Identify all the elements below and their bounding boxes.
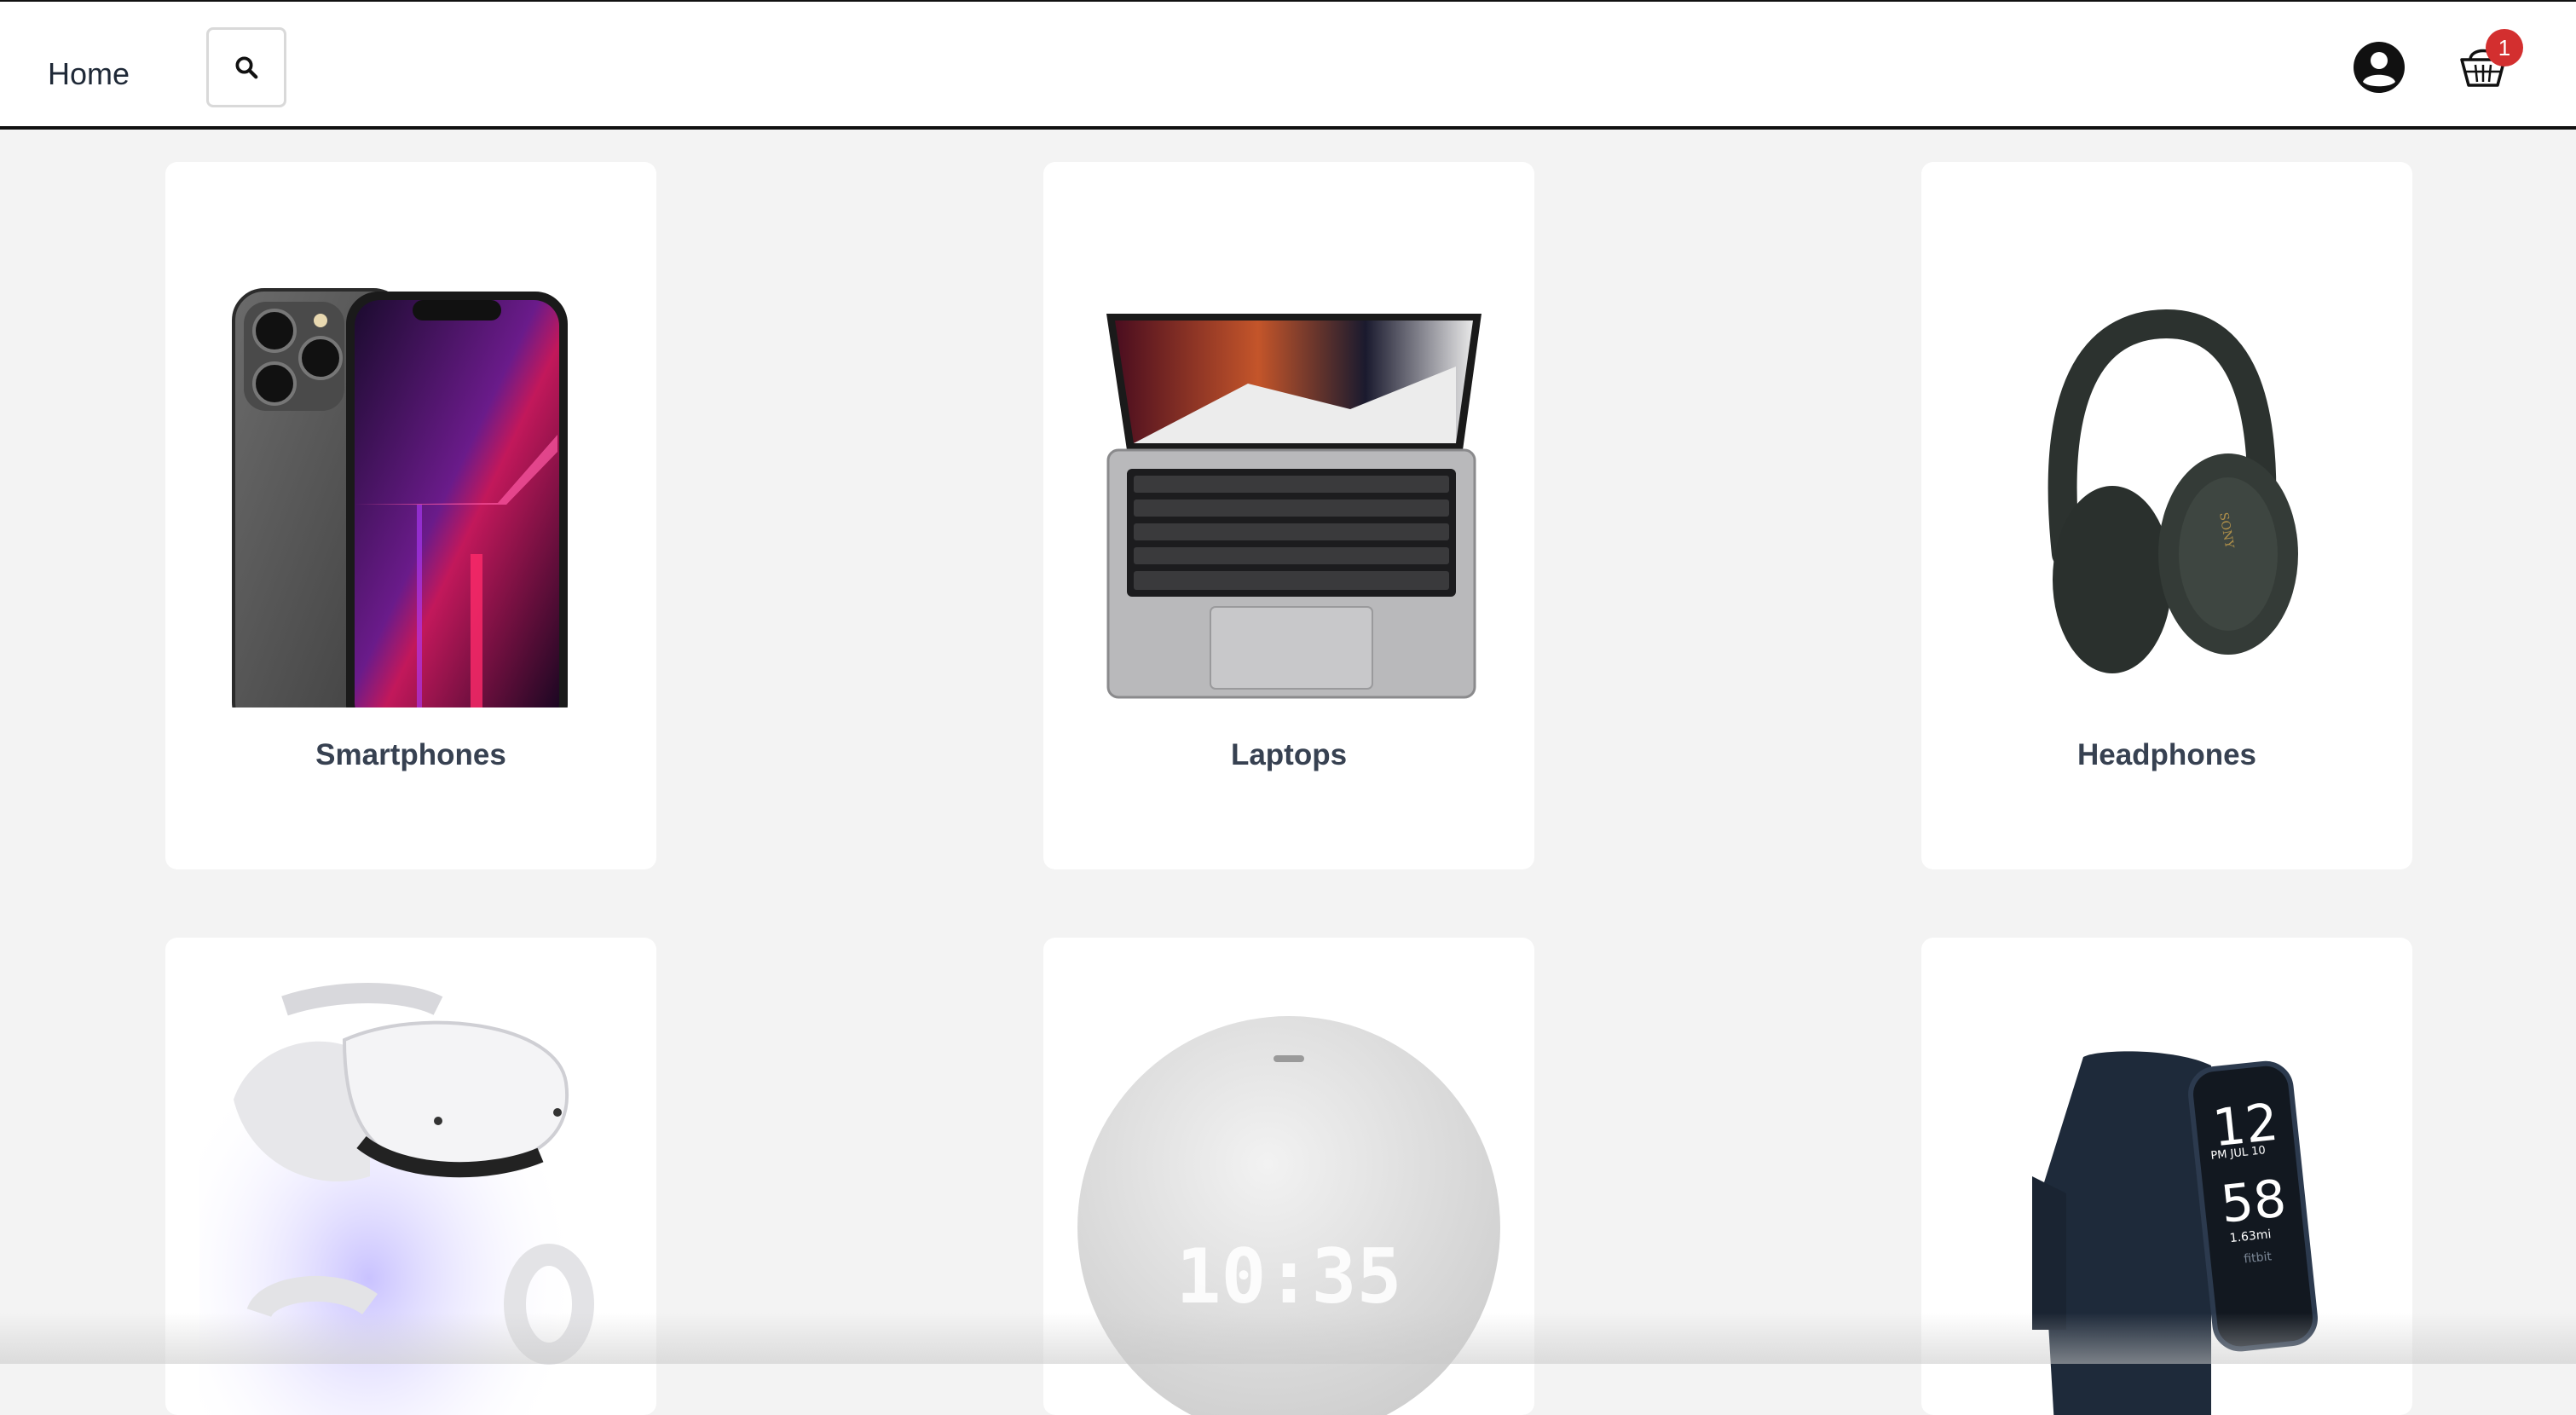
account-button[interactable] [2353,41,2406,94]
search-button[interactable] [206,27,286,107]
speaker-clock: 10:35 [1176,1233,1402,1320]
top-navbar: Home 1 [0,0,2576,130]
headphones-image: SONY [1955,196,2378,708]
user-circle-icon [2354,42,2405,93]
home-link[interactable]: Home [48,56,130,92]
tracker-minute: 58 [2218,1169,2289,1235]
category-card-laptops[interactable]: Laptops [1043,162,1534,869]
laptop-image [1077,196,1500,708]
category-label: Headphones [2076,738,2257,771]
category-card-headphones[interactable]: SONY Headphones [1921,162,2412,869]
category-label: Smartphones [315,738,506,771]
category-label: Laptops [1230,738,1348,771]
category-card-smartphones[interactable]: Smartphones [165,162,656,869]
smartphone-image [199,196,622,736]
search-icon [235,56,258,79]
scroll-fade [0,1313,2576,1364]
cart-count-badge: 1 [2486,29,2523,66]
